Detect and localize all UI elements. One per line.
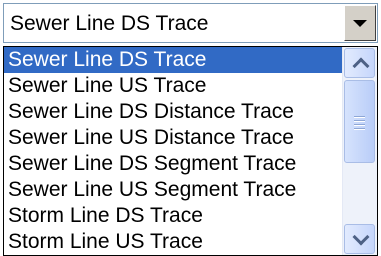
chevron-down-icon	[352, 228, 370, 246]
scroll-up-button[interactable]	[344, 48, 375, 78]
grip-line	[354, 128, 365, 129]
list-item[interactable]: Sewer Line US Trace	[4, 73, 342, 99]
dropdown-toggle-button[interactable]	[344, 5, 376, 41]
grip-line	[354, 124, 365, 125]
vertical-scrollbar[interactable]	[342, 47, 377, 255]
trace-type-combobox[interactable]: Sewer Line DS Trace	[3, 3, 378, 43]
combobox-selected-value: Sewer Line DS Trace	[10, 12, 209, 35]
dropdown-list[interactable]: Sewer Line DS Trace Sewer Line US Trace …	[3, 46, 378, 256]
list-item[interactable]: Sewer Line DS Distance Trace	[4, 99, 342, 125]
grip-line	[354, 120, 365, 121]
list-item[interactable]: Sewer Line US Segment Trace	[4, 177, 342, 203]
list-item[interactable]: Sewer Line US Distance Trace	[4, 125, 342, 151]
chevron-down-icon	[353, 20, 367, 27]
scrollbar-thumb[interactable]	[344, 80, 375, 163]
list-item[interactable]: Storm Line DS Trace	[4, 203, 342, 229]
scroll-down-button[interactable]	[344, 224, 375, 254]
list-item[interactable]: Storm Line US Trace	[4, 229, 342, 255]
dropdown-items: Sewer Line DS Trace Sewer Line US Trace …	[4, 47, 342, 255]
list-item-selected[interactable]: Sewer Line DS Trace	[4, 47, 342, 73]
list-item[interactable]: Sewer Line DS Segment Trace	[4, 151, 342, 177]
chevron-up-icon	[352, 57, 370, 75]
grip-line	[354, 116, 365, 117]
